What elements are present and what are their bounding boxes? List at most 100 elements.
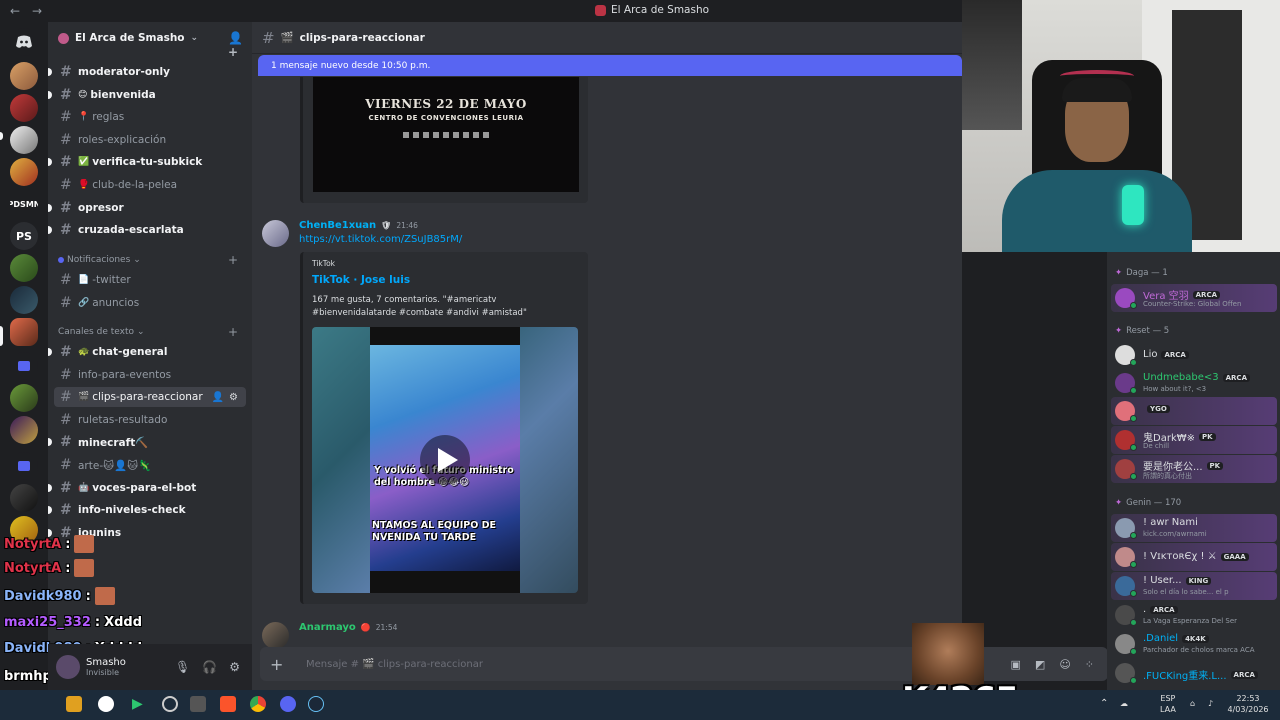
- server-icon[interactable]: [10, 94, 38, 122]
- channel-item[interactable]: # minecraft⛏️: [48, 432, 246, 452]
- author-name[interactable]: ChenBe1xuan: [299, 220, 376, 231]
- member-item[interactable]: ! User... KING Solo el día lo sabe... el p: [1111, 572, 1277, 600]
- member-item[interactable]: 要是你老公... PK 所謂的真心付出: [1111, 455, 1277, 483]
- discord-taskbar-icon[interactable]: [280, 696, 296, 712]
- member-item[interactable]: YGO: [1111, 397, 1277, 425]
- avatar[interactable]: [262, 220, 289, 247]
- server-icon[interactable]: [10, 62, 38, 90]
- emoji-icon[interactable]: ☺: [1059, 658, 1070, 671]
- app-icon[interactable]: [98, 696, 114, 712]
- channel-item[interactable]: # roles-explicación: [54, 130, 246, 150]
- role-icon: ✦: [1115, 326, 1123, 336]
- member-item[interactable]: 鬼Dark₩※ PK De chill: [1111, 426, 1277, 454]
- channel-item[interactable]: # arte-🐱👤🐱🦎: [54, 455, 246, 475]
- avatar[interactable]: [262, 622, 289, 649]
- server-header[interactable]: El Arca de Smasho ⌄ 👤+: [48, 22, 252, 59]
- input-language[interactable]: ESP LAA: [1160, 693, 1176, 715]
- headphones-icon[interactable]: 🎧: [202, 660, 217, 674]
- settings-gear-icon[interactable]: ⚙: [229, 660, 240, 674]
- member-item[interactable]: . ARCA La Vaga Esperanza Del Ser: [1111, 601, 1277, 629]
- channel-item[interactable]: # opresor: [48, 198, 246, 218]
- server-text-icon[interactable]: PS: [10, 222, 38, 250]
- event-poster-image[interactable]: VIERNES 22 DE MAYO CENTRO DE CONVENCIONE…: [313, 77, 579, 192]
- app-icon[interactable]: [66, 696, 82, 712]
- server-text-icon[interactable]: PDSMN: [10, 190, 38, 218]
- channel-item[interactable]: # info-niveles-check: [48, 500, 246, 520]
- active-server-icon[interactable]: [10, 318, 38, 346]
- steam-icon[interactable]: [308, 696, 324, 712]
- channel-item[interactable]: # 😊 bienvenida: [48, 85, 246, 105]
- member-item[interactable]: ! VɪᴋᴛᴏʀЄχ ! ⚔ GAAA: [1111, 543, 1277, 571]
- add-channel-icon[interactable]: +: [228, 325, 238, 339]
- add-attachment-icon[interactable]: +: [270, 655, 300, 674]
- category-notificaciones[interactable]: Notificaciones ⌄ +: [58, 253, 248, 267]
- tray-chevron-icon[interactable]: ⌃: [1100, 698, 1108, 709]
- discord-home-icon[interactable]: [10, 28, 38, 56]
- channel-item[interactable]: # cruzada-escarlata: [48, 220, 246, 240]
- chat-separator: :: [65, 536, 71, 552]
- add-channel-icon[interactable]: +: [228, 253, 238, 267]
- member-item[interactable]: .Daniel 4K4K Parchador de cholos marca ACA: [1111, 630, 1277, 658]
- hash-icon: #: [60, 344, 72, 360]
- gif-icon[interactable]: ▣: [1011, 658, 1021, 671]
- folder-icon[interactable]: [10, 352, 38, 380]
- invite-icon[interactable]: 👤: [212, 392, 224, 403]
- server-icon[interactable]: [10, 286, 38, 314]
- clock[interactable]: 22:53 4/03/2026: [1226, 693, 1270, 715]
- back-arrow-icon[interactable]: ←: [10, 4, 22, 18]
- channel-item[interactable]: # info-para-eventos: [54, 365, 246, 385]
- server-icon[interactable]: [10, 484, 38, 512]
- message-input[interactable]: Mensaje # 🎬 clips-para-reaccionar: [306, 659, 483, 670]
- server-icon[interactable]: [10, 384, 38, 412]
- play-icon: [437, 448, 458, 472]
- member-item[interactable]: ! awr Nami kick.com/awrnami: [1111, 514, 1277, 542]
- channel-item[interactable]: # 📍 reglas: [54, 107, 246, 127]
- tray-app-icon[interactable]: ☁: [1120, 698, 1128, 709]
- channel-item[interactable]: # 🤖 voces-para-el-bot: [48, 478, 246, 498]
- play-store-icon[interactable]: ▶: [132, 696, 148, 712]
- member-item[interactable]: Undmebabe<3 ARCA How about it?, <3: [1111, 369, 1277, 397]
- server-icon[interactable]: [10, 416, 38, 444]
- category-canales-de-texto[interactable]: Canales de texto ⌄ +: [58, 325, 248, 339]
- channel-item[interactable]: # ruletas-resultado: [54, 410, 246, 430]
- channel-item[interactable]: # moderator-only: [48, 62, 246, 82]
- member-item[interactable]: .FUCKing重来.L... ARCA: [1111, 659, 1277, 687]
- volume-icon[interactable]: ♪: [1208, 698, 1213, 709]
- member-item[interactable]: Vera 空羽 ARCA Counter-Strike: Global Offen: [1111, 284, 1277, 312]
- channel-item[interactable]: # 📄 -twitter: [54, 270, 246, 290]
- message-link[interactable]: https://vt.tiktok.com/ZSuJB85rM/: [299, 234, 462, 245]
- embed-title[interactable]: TikTok · Jose luis: [312, 274, 410, 286]
- avatar[interactable]: [56, 655, 80, 679]
- embed-video[interactable]: Y volvió el futuro ministro del hombre 😁…: [312, 327, 578, 593]
- server-icon[interactable]: [10, 126, 38, 154]
- forward-arrow-icon[interactable]: →: [32, 4, 44, 18]
- category-dot-icon: [58, 257, 64, 263]
- server-tag-badge: PK: [1199, 432, 1216, 441]
- hash-icon: #: [60, 434, 72, 451]
- apps-icon[interactable]: ⁘: [1085, 658, 1094, 671]
- channel-item[interactable]: # ✅ verifica-tu-subkick: [48, 152, 246, 172]
- sticker-icon[interactable]: ◩: [1035, 658, 1045, 671]
- add-member-icon[interactable]: 👤+: [228, 31, 252, 59]
- app-icon[interactable]: [190, 696, 206, 712]
- chrome-icon[interactable]: [250, 696, 266, 712]
- channel-item[interactable]: # 🐢 chat-general: [48, 342, 246, 362]
- member-item[interactable]: Lio ARCA: [1111, 341, 1277, 369]
- channel-item[interactable]: # 🎬 clips-para-reaccionar 👤 ⚙: [54, 387, 246, 408]
- channel-settings-icon[interactable]: ⚙: [229, 392, 238, 403]
- channel-item[interactable]: # 🔗 anuncios: [54, 293, 246, 313]
- play-button[interactable]: [420, 435, 470, 485]
- member-activity: Parchador de cholos marca ACA: [1143, 646, 1255, 654]
- folder-icon[interactable]: [10, 452, 38, 480]
- member-name-row: . ARCA: [1143, 604, 1178, 615]
- server-icon[interactable]: [10, 158, 38, 186]
- new-messages-bar[interactable]: 1 mensaje nuevo desde 10:50 p.m.: [258, 55, 962, 76]
- network-icon[interactable]: ⌂: [1190, 698, 1195, 709]
- app-icon[interactable]: [162, 696, 178, 712]
- channel-item[interactable]: # 🥊 club-de-la-pelea: [54, 175, 246, 195]
- brave-icon[interactable]: [220, 696, 236, 712]
- author-name[interactable]: Anarmayo: [299, 622, 356, 633]
- microphone-icon[interactable]: 🎙: [175, 660, 190, 674]
- image-attachment[interactable]: VIERNES 22 DE MAYO CENTRO DE CONVENCIONE…: [300, 77, 588, 203]
- server-icon[interactable]: [10, 254, 38, 282]
